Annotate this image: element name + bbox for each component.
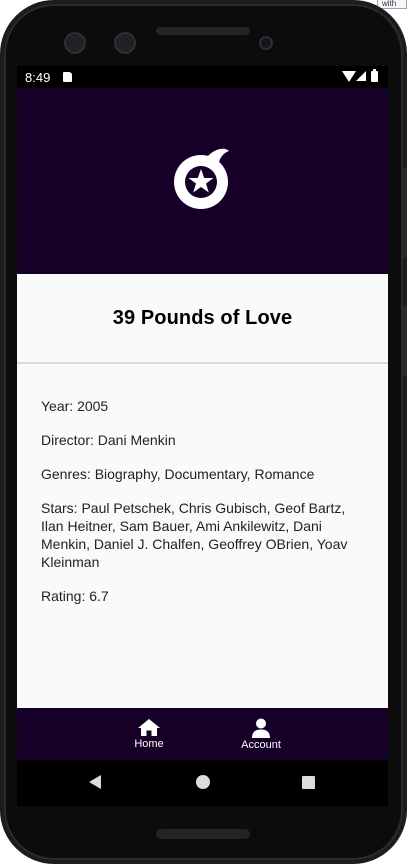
movie-year: Year: 2005 — [41, 398, 109, 414]
app-header — [17, 88, 388, 274]
title-area: 39 Pounds of Love — [17, 274, 388, 362]
front-camera-icon — [64, 32, 86, 54]
recents-icon[interactable] — [302, 776, 315, 789]
battery-icon — [371, 69, 378, 82]
volume-button[interactable] — [403, 306, 407, 376]
signal-icon — [356, 71, 366, 81]
earpiece-speaker — [156, 27, 250, 35]
movie-detail-panel: 39 Pounds of Love Year: 2005 Director: D… — [17, 274, 388, 708]
movie-director: Director: Dani Menkin — [41, 432, 176, 448]
bottom-speaker — [156, 829, 250, 839]
phone-frame: 8:49 39 Pounds of Love Year: 2005 Direct… — [0, 0, 407, 864]
account-icon — [252, 718, 270, 738]
nav-home-button[interactable]: Home — [114, 718, 184, 750]
back-icon[interactable] — [89, 775, 101, 789]
device-screen: 8:49 39 Pounds of Love Year: 2005 Direct… — [17, 66, 388, 806]
nav-home-label: Home — [134, 738, 164, 750]
movie-title: 39 Pounds of Love — [112, 306, 293, 329]
nav-account-label: Account — [241, 739, 281, 751]
home-circle-icon[interactable] — [196, 775, 210, 789]
status-bar: 8:49 — [17, 66, 388, 88]
system-navigation-bar — [17, 760, 388, 806]
movie-stars: Stars: Paul Petschek, Chris Gubisch, Geo… — [41, 500, 348, 570]
status-time: 8:49 — [25, 70, 51, 85]
movie-genres: Genres: Biography, Documentary, Romance — [41, 466, 315, 482]
front-camera-secondary-icon — [114, 32, 136, 54]
bottom-navigation: Home Account — [17, 708, 388, 760]
star-reel-icon — [173, 148, 229, 209]
sd-card-icon — [63, 72, 72, 82]
home-icon — [138, 719, 160, 736]
wifi-icon — [342, 71, 356, 82]
movie-details: Year: 2005 Director: Dani Menkin Genres:… — [17, 364, 388, 605]
proximity-sensor-icon — [259, 36, 273, 50]
power-button[interactable] — [403, 168, 407, 258]
movie-rating: Rating: 6.7 — [41, 588, 109, 604]
nav-account-button[interactable]: Account — [226, 718, 296, 751]
